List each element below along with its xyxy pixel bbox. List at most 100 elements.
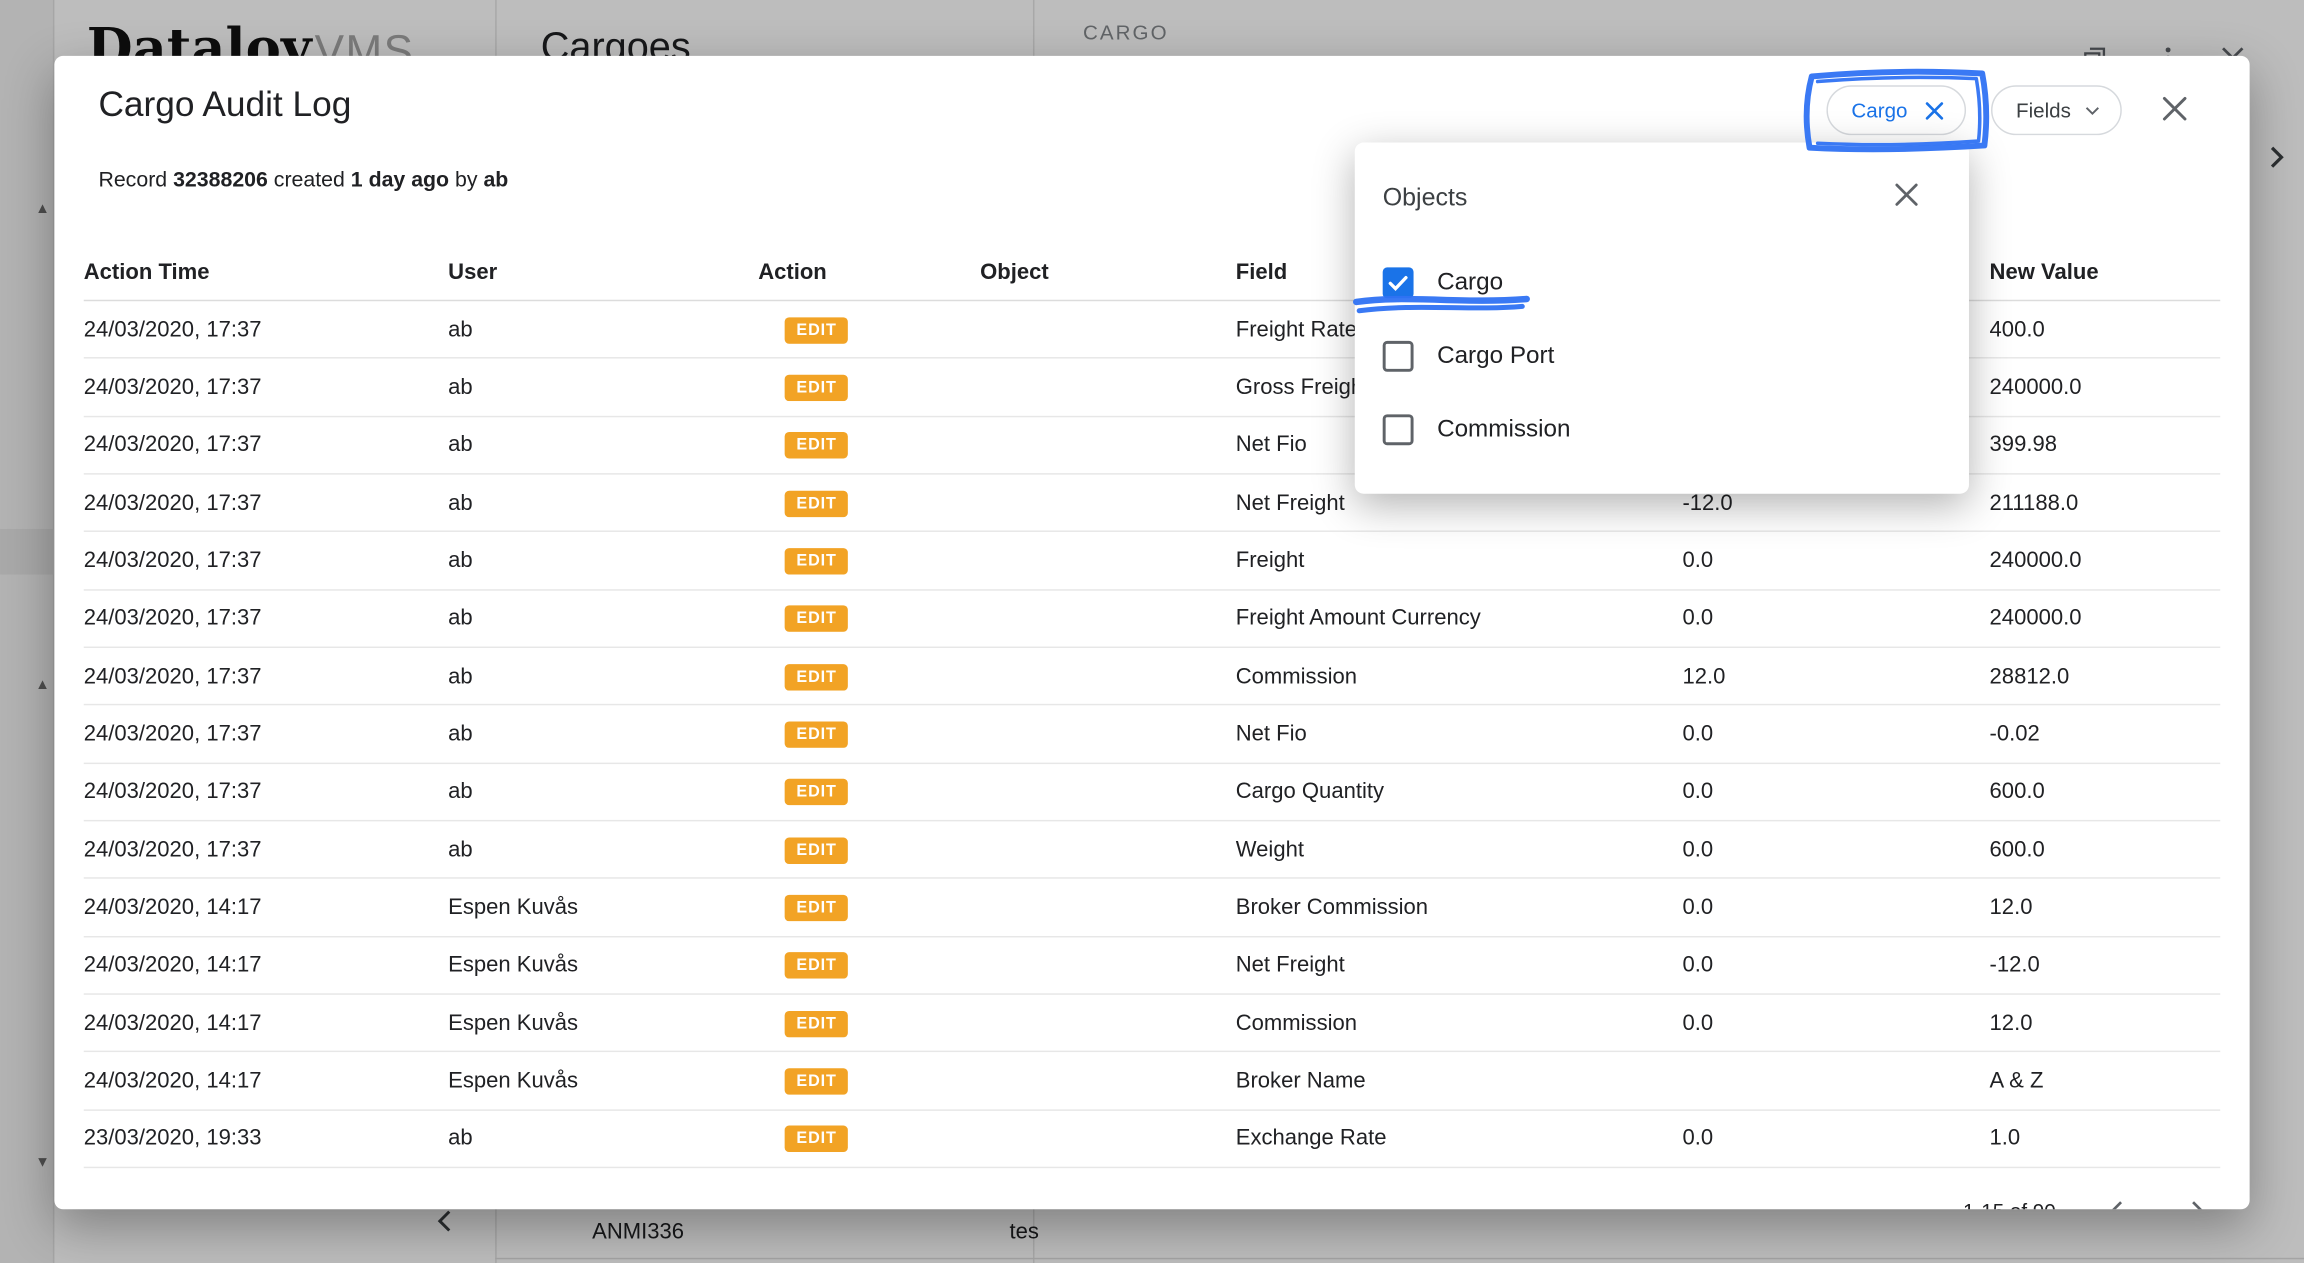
cell-new-value: 240000.0 — [1990, 606, 2221, 631]
cell-user: Espen Kuvås — [448, 1068, 758, 1093]
cell-action-time: 24/03/2020, 17:37 — [84, 837, 448, 862]
filter-chip-label: Cargo — [1851, 98, 1907, 122]
cell-old-value: 0.0 — [1682, 779, 1989, 804]
action-edit-badge: EDIT — [785, 1011, 849, 1037]
record-created-by: ab — [483, 169, 508, 193]
cell-action-time: 24/03/2020, 17:37 — [84, 433, 448, 458]
cell-user: ab — [448, 375, 758, 400]
previous-page-icon[interactable] — [2100, 1193, 2135, 1209]
object-option-cargo[interactable]: Cargo — [1355, 245, 1969, 318]
audit-row: 24/03/2020, 14:17Espen KuvåsEDITCommissi… — [84, 995, 2220, 1053]
audit-row: 24/03/2020, 17:37abEDITFreight Amount Cu… — [84, 590, 2220, 648]
cell-field: Net Fio — [1236, 722, 1683, 747]
cell-action-time: 24/03/2020, 17:37 — [84, 375, 448, 400]
audit-row: 24/03/2020, 14:17Espen KuvåsEDITBroker C… — [84, 879, 2220, 937]
record-label: Record — [98, 169, 167, 193]
action-edit-badge: EDIT — [785, 375, 849, 401]
cell-action: EDIT — [758, 489, 980, 517]
cell-field: Freight — [1236, 548, 1683, 573]
cell-user: Espen Kuvås — [448, 1011, 758, 1036]
cell-new-value: 211188.0 — [1990, 490, 2221, 515]
cell-action-time: 23/03/2020, 19:33 — [84, 1126, 448, 1151]
unchecked-checkbox[interactable] — [1383, 414, 1414, 445]
cell-action-time: 24/03/2020, 17:37 — [84, 722, 448, 747]
pagination-range-label: 1-15 of 90 — [1963, 1199, 2056, 1209]
cell-user: ab — [448, 606, 758, 631]
cell-user: ab — [448, 317, 758, 342]
cell-action-time: 24/03/2020, 14:17 — [84, 895, 448, 920]
record-subtitle: Record 32388206 created 1 day ago by ab — [98, 169, 508, 193]
cell-user: Espen Kuvås — [448, 953, 758, 978]
audit-row: 24/03/2020, 17:37ab EDIT Net Fio0.0-0.02 — [84, 706, 2220, 764]
cell-action: EDIT — [758, 662, 980, 690]
cell-old-value: 0.0 — [1682, 722, 1989, 747]
audit-row: 24/03/2020, 17:37abEDITCargo Quantity0.0… — [84, 764, 2220, 822]
fields-dropdown-button[interactable]: Fields — [1991, 85, 2122, 135]
object-option-commission[interactable]: Commission — [1355, 392, 1969, 465]
audit-row: 23/03/2020, 19:33abEDITExchange Rate0.01… — [84, 1111, 2220, 1169]
object-option-label: Cargo Port — [1437, 342, 1554, 370]
cell-action: EDIT — [758, 836, 980, 864]
audit-row: 24/03/2020, 17:37abEDITFreight0.0240000.… — [84, 532, 2220, 590]
cell-action: EDIT — [758, 547, 980, 575]
cell-old-value: 12.0 — [1682, 664, 1989, 689]
next-page-icon[interactable] — [2179, 1193, 2214, 1209]
unchecked-checkbox[interactable] — [1383, 340, 1414, 371]
cell-new-value: 240000.0 — [1990, 375, 2221, 400]
cell-action-time: 24/03/2020, 17:37 — [84, 606, 448, 631]
cell-user: ab — [448, 779, 758, 804]
cell-action: EDIT — [758, 431, 980, 459]
cell-old-value: -12.0 — [1682, 490, 1989, 515]
cell-field: Net Freight — [1236, 490, 1683, 515]
chevron-down-icon — [2081, 98, 2105, 122]
cell-old-value: 0.0 — [1682, 548, 1989, 573]
column-header-new-value: New Value — [1990, 259, 2221, 284]
checked-checkbox[interactable] — [1383, 267, 1414, 298]
cell-field: Net Freight — [1236, 953, 1683, 978]
record-by-word: by — [455, 169, 478, 193]
cell-action: EDIT — [758, 1125, 980, 1153]
column-header-object: Object — [980, 259, 1236, 284]
audit-row: 24/03/2020, 17:37abEDITCommission12.0288… — [84, 648, 2220, 706]
audit-row: 24/03/2020, 14:17Espen KuvåsEDITBroker N… — [84, 1053, 2220, 1111]
cell-action-time: 24/03/2020, 17:37 — [84, 548, 448, 573]
action-edit-badge: EDIT — [785, 433, 849, 459]
cell-user: ab — [448, 433, 758, 458]
cell-user: Espen Kuvås — [448, 895, 758, 920]
cell-new-value: -0.02 — [1990, 722, 2221, 747]
cell-field: Commission — [1236, 664, 1683, 689]
popup-close-icon[interactable] — [1887, 175, 1925, 213]
cell-user: ab — [448, 490, 758, 515]
action-edit-badge: EDIT — [785, 953, 849, 979]
dialog-close-icon[interactable] — [2154, 88, 2195, 129]
cell-field: Exchange Rate — [1236, 1126, 1683, 1151]
column-header-action-time: Action Time — [84, 259, 448, 284]
chip-remove-icon[interactable] — [1924, 99, 1946, 121]
cell-action: EDIT — [758, 894, 980, 922]
action-edit-badge: EDIT — [785, 548, 849, 574]
cell-field: Weight — [1236, 837, 1683, 862]
cell-new-value: 28812.0 — [1990, 664, 2221, 689]
action-edit-badge: EDIT — [785, 606, 849, 632]
popup-title: Objects — [1383, 184, 1468, 213]
cell-action: EDIT — [758, 951, 980, 979]
object-option-label: Commission — [1437, 415, 1570, 443]
cargo-filter-chip[interactable]: Cargo — [1826, 85, 1966, 135]
cell-old-value: 0.0 — [1682, 1011, 1989, 1036]
dialog-title: Cargo Audit Log — [98, 85, 351, 126]
cell-new-value: -12.0 — [1990, 953, 2221, 978]
audit-row: 24/03/2020, 17:37abEDITWeight0.0600.0 — [84, 822, 2220, 880]
object-option-label: Cargo — [1437, 268, 1503, 296]
object-option-cargo-port[interactable]: Cargo Port — [1355, 319, 1969, 392]
action-edit-badge: EDIT — [785, 490, 849, 516]
cell-user: ab — [448, 664, 758, 689]
record-id: 32388206 — [173, 169, 268, 193]
action-edit-badge: EDIT — [785, 722, 849, 748]
cell-old-value: 0.0 — [1682, 953, 1989, 978]
cell-new-value: 12.0 — [1990, 1011, 2221, 1036]
cell-user: ab — [448, 722, 758, 747]
cell-action: EDIT — [758, 373, 980, 401]
cell-action: EDIT — [758, 315, 980, 343]
cell-new-value: A & Z — [1990, 1068, 2221, 1093]
cell-action-time: 24/03/2020, 14:17 — [84, 953, 448, 978]
